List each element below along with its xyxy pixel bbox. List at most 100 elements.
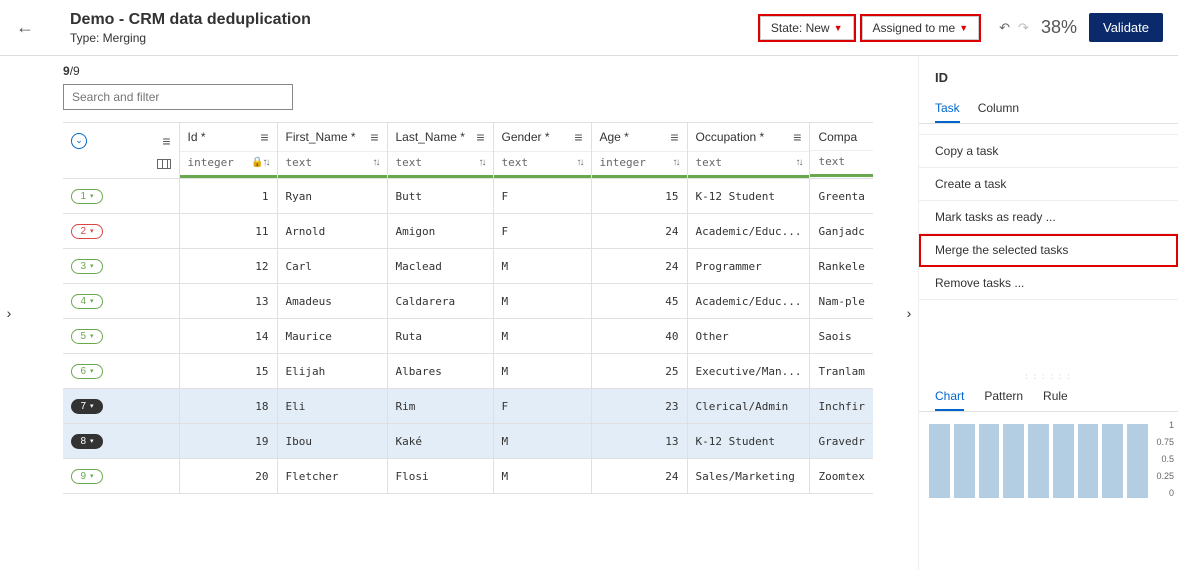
- cell-id: 14: [179, 319, 277, 354]
- expand-right-icon[interactable]: ›: [907, 305, 912, 321]
- row-pill[interactable]: 3 ▾: [71, 259, 103, 274]
- cell-gender: M: [493, 249, 591, 284]
- sort-icon[interactable]: ↑↓: [373, 157, 379, 168]
- column-menu-icon[interactable]: ≡: [260, 129, 268, 145]
- chart-bar: [954, 424, 975, 498]
- expand-left-icon[interactable]: ›: [7, 305, 12, 321]
- cell-occupation: K-12 Student: [687, 179, 810, 214]
- cell-lastname: Maclead: [387, 249, 493, 284]
- cell-company: Gravedr: [810, 424, 873, 459]
- row-pill[interactable]: 5 ▾: [71, 329, 103, 344]
- tab-column[interactable]: Column: [978, 95, 1019, 123]
- row-pill[interactable]: 6 ▾: [71, 364, 103, 379]
- grid-view-icon[interactable]: [157, 159, 171, 169]
- title-block: Demo - CRM data deduplication Type: Merg…: [70, 11, 311, 45]
- validate-button[interactable]: Validate: [1089, 13, 1163, 42]
- cell-id: 18: [179, 389, 277, 424]
- cell-age: 24: [591, 459, 687, 494]
- sort-icon[interactable]: ↑↓: [795, 157, 801, 168]
- row-pill[interactable]: 1 ▾: [71, 189, 103, 204]
- cell-lastname: Caldarera: [387, 284, 493, 319]
- expand-all-icon[interactable]: ⌄: [71, 133, 87, 149]
- column-menu-icon[interactable]: ≡: [670, 129, 678, 145]
- column-menu-icon[interactable]: ≡: [162, 133, 170, 149]
- page-title: Demo - CRM data deduplication: [70, 11, 311, 29]
- action-merge-tasks[interactable]: Merge the selected tasks: [919, 234, 1178, 267]
- cell-firstname: Ryan: [277, 179, 387, 214]
- cell-age: 13: [591, 424, 687, 459]
- column-menu-icon[interactable]: ≡: [370, 129, 378, 145]
- cell-id: 15: [179, 354, 277, 389]
- gender-column-header[interactable]: Gender *≡ text↑↓: [493, 123, 591, 179]
- page-subtitle: Type: Merging: [70, 31, 311, 45]
- main-content: 9/9 ⌄ ≡ Id *≡ inte: [18, 56, 900, 570]
- action-create-task[interactable]: Create a task: [919, 168, 1178, 201]
- column-menu-icon[interactable]: ≡: [574, 129, 582, 145]
- age-column-header[interactable]: Age *≡ integer↑↓: [591, 123, 687, 179]
- drag-handle-icon[interactable]: : : : : : :: [919, 370, 1178, 383]
- chart-bar: [1102, 424, 1123, 498]
- firstname-column-header[interactable]: First_Name *≡ text↑↓: [277, 123, 387, 179]
- chart-bar: [979, 424, 1000, 498]
- cell-occupation: K-12 Student: [687, 424, 810, 459]
- row-pill[interactable]: 8 ▾: [71, 434, 103, 449]
- cell-occupation: Academic/Educ...: [687, 214, 810, 249]
- chart-bar: [1003, 424, 1024, 498]
- cell-firstname: Fletcher: [277, 459, 387, 494]
- column-menu-icon[interactable]: ≡: [476, 129, 484, 145]
- cell-age: 23: [591, 389, 687, 424]
- tab-chart[interactable]: Chart: [935, 383, 964, 411]
- table-row[interactable]: 2 ▾11ArnoldAmigonF24Academic/Educ...Ganj…: [63, 214, 873, 249]
- redo-icon[interactable]: ↷: [1018, 20, 1029, 36]
- history-nav: ↶ ↷: [999, 20, 1029, 36]
- cell-gender: M: [493, 284, 591, 319]
- back-icon[interactable]: ←: [10, 17, 40, 38]
- tab-rule[interactable]: Rule: [1043, 383, 1068, 411]
- row-pill[interactable]: 9 ▾: [71, 469, 103, 484]
- assigned-filter[interactable]: Assigned to me ▼: [862, 16, 980, 40]
- table-row[interactable]: 4 ▾13AmadeusCaldareraM45Academic/Educ...…: [63, 284, 873, 319]
- cell-id: 11: [179, 214, 277, 249]
- table-row[interactable]: 6 ▾15ElijahAlbaresM25Executive/Man...Tra…: [63, 354, 873, 389]
- row-pill[interactable]: 7 ▾: [71, 399, 103, 414]
- sort-icon[interactable]: ↑↓: [673, 157, 679, 168]
- action-mark-ready[interactable]: Mark tasks as ready ...: [919, 201, 1178, 234]
- id-column-header[interactable]: Id *≡ integer🔒 ↑↓: [179, 123, 277, 179]
- table-row[interactable]: 7 ▾18EliRimF23Clerical/AdminInchfir: [63, 389, 873, 424]
- cell-occupation: Other: [687, 319, 810, 354]
- tab-pattern[interactable]: Pattern: [984, 383, 1023, 411]
- action-copy-task[interactable]: Copy a task: [919, 134, 1178, 168]
- cell-lastname: Kaké: [387, 424, 493, 459]
- chart-bar: [929, 424, 950, 498]
- lastname-column-header[interactable]: Last_Name *≡ text↑↓: [387, 123, 493, 179]
- cell-age: 40: [591, 319, 687, 354]
- cell-occupation: Clerical/Admin: [687, 389, 810, 424]
- table-row[interactable]: 8 ▾19IbouKakéM13K-12 StudentGravedr: [63, 424, 873, 459]
- table-row[interactable]: 3 ▾12CarlMacleadM24ProgrammerRankele: [63, 249, 873, 284]
- search-input[interactable]: [63, 84, 293, 110]
- table-row[interactable]: 5 ▾14MauriceRutaM40OtherSaois: [63, 319, 873, 354]
- table-row[interactable]: 1 ▾1RyanButtF15K-12 StudentGreenta: [63, 179, 873, 214]
- ylabel: 0.5: [1156, 454, 1174, 464]
- company-column-header[interactable]: Compa text: [810, 123, 873, 179]
- distribution-chart: 1 0.75 0.5 0.25 0: [919, 420, 1178, 510]
- cell-firstname: Amadeus: [277, 284, 387, 319]
- sort-icon[interactable]: ↑↓: [577, 157, 583, 168]
- row-pill[interactable]: 2 ▾: [71, 224, 103, 239]
- table-row[interactable]: 9 ▾20FletcherFlosiM24Sales/MarketingZoom…: [63, 459, 873, 494]
- assigned-filter-label: Assigned to me: [873, 21, 956, 35]
- cell-age: 24: [591, 214, 687, 249]
- sidebar-tabs: Task Column: [919, 95, 1178, 124]
- tab-task[interactable]: Task: [935, 95, 960, 123]
- data-table: ⌄ ≡ Id *≡ integer🔒 ↑↓ First_Name *≡: [63, 122, 873, 494]
- sort-icon[interactable]: ↑↓: [479, 157, 485, 168]
- row-pill[interactable]: 4 ▾: [71, 294, 103, 309]
- cell-firstname: Ibou: [277, 424, 387, 459]
- occupation-column-header[interactable]: Occupation *≡ text↑↓: [687, 123, 810, 179]
- column-menu-icon[interactable]: ≡: [793, 129, 801, 145]
- cell-firstname: Maurice: [277, 319, 387, 354]
- state-filter[interactable]: State: New ▼: [760, 16, 854, 40]
- undo-icon[interactable]: ↶: [999, 20, 1010, 36]
- cell-id: 1: [179, 179, 277, 214]
- action-remove-tasks[interactable]: Remove tasks ...: [919, 267, 1178, 300]
